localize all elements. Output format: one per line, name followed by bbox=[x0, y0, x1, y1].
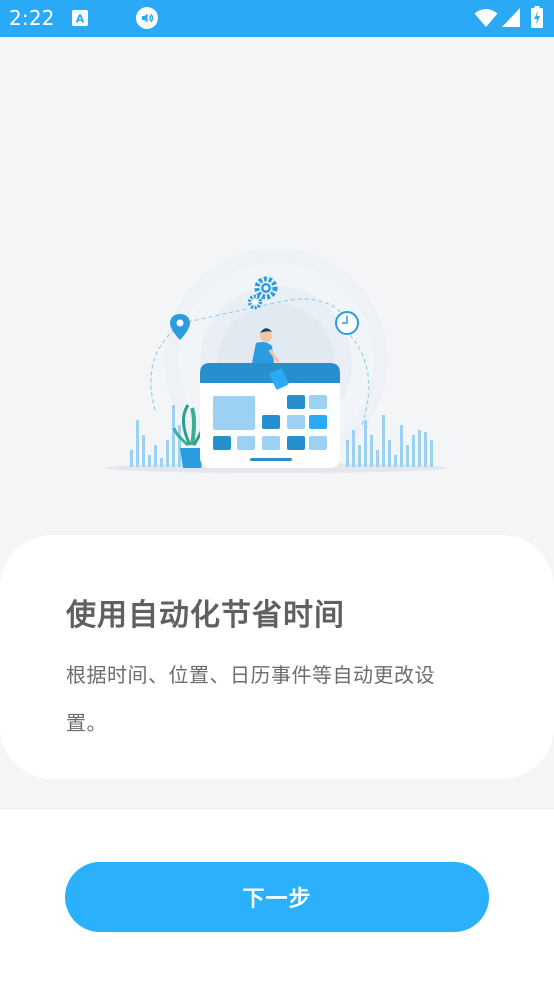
accessibility-a-icon: A bbox=[72, 10, 88, 30]
bottom-action-bar: 下一步 bbox=[0, 808, 554, 984]
svg-text:A: A bbox=[76, 13, 85, 26]
status-time: 2:22 bbox=[9, 6, 55, 30]
volume-icon bbox=[136, 7, 158, 33]
card-description: 根据时间、位置、日历事件等自动更改设置。 bbox=[66, 663, 435, 735]
card-title: 使用自动化节省时间 bbox=[66, 598, 345, 633]
status-bar: 2:22 A bbox=[0, 0, 554, 37]
signal-icon bbox=[502, 8, 520, 31]
feature-card: 使用自动化节省时间 根据时间、位置、日历事件等自动更改设置。 bbox=[0, 535, 554, 779]
dashboard-icon bbox=[200, 363, 340, 468]
clock-icon bbox=[335, 311, 359, 335]
next-button[interactable]: 下一步 bbox=[65, 862, 489, 932]
wifi-icon bbox=[474, 8, 498, 32]
automation-illustration bbox=[100, 248, 454, 480]
battery-charging-icon bbox=[531, 6, 543, 32]
